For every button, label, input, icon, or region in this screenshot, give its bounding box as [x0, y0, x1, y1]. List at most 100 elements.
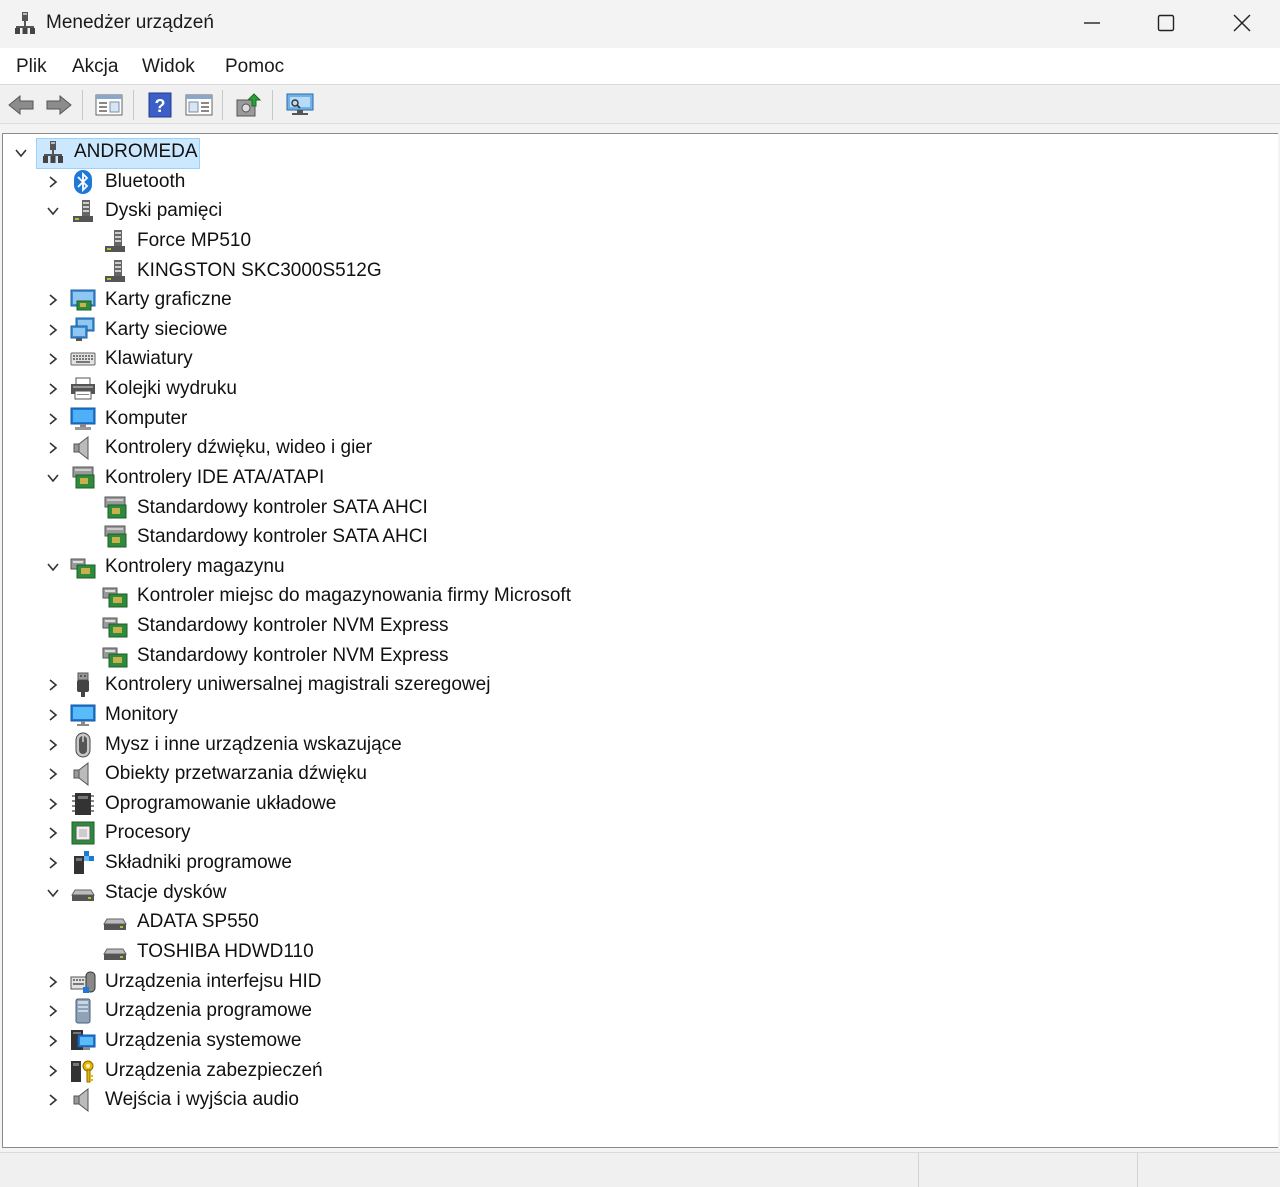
tree-category-label: Karty sieciowe: [105, 318, 228, 340]
ide-controller-icon: [102, 524, 128, 550]
tree-category-label: Procesory: [105, 822, 191, 844]
chevron-right-icon[interactable]: [46, 975, 60, 989]
chevron-down-icon[interactable]: [46, 886, 60, 900]
chevron-down-icon[interactable]: [46, 204, 60, 218]
close-button[interactable]: [1204, 0, 1280, 46]
menu-view[interactable]: Widok: [142, 56, 195, 78]
tree-category[interactable]: Kontrolery dźwięku, wideo i gier: [3, 433, 903, 463]
tree-category[interactable]: Oprogramowanie układowe: [3, 789, 903, 819]
chevron-down-icon[interactable]: [14, 146, 28, 160]
chevron-right-icon[interactable]: [46, 323, 60, 337]
tree-category-label: Wejścia i wyjścia audio: [105, 1089, 299, 1111]
drive-icon: [70, 880, 96, 906]
software-component-icon: [70, 850, 96, 876]
tree-category[interactable]: Monitory: [3, 700, 903, 730]
tree-category[interactable]: Urządzenia zabezpieczeń: [3, 1056, 903, 1086]
chevron-right-icon[interactable]: [46, 856, 60, 870]
drive-icon: [102, 939, 128, 965]
chevron-right-icon[interactable]: [46, 352, 60, 366]
tree-category[interactable]: Stacje dysków: [3, 878, 903, 908]
tree-device-label: Standardowy kontroler NVM Express: [137, 644, 449, 666]
system-device-icon: [70, 1028, 96, 1054]
tree-root[interactable]: ANDROMEDA: [3, 137, 303, 169]
speaker-icon: [70, 435, 96, 461]
chevron-down-icon[interactable]: [46, 560, 60, 574]
properties-icon[interactable]: [94, 91, 124, 119]
status-bar: [0, 1152, 1280, 1187]
menu-help[interactable]: Pomoc: [225, 56, 284, 78]
tree-category[interactable]: Kontrolery IDE ATA/ATAPI: [3, 463, 903, 493]
chevron-right-icon[interactable]: [46, 767, 60, 781]
computer-icon: [70, 406, 96, 432]
scan-hardware-icon[interactable]: [285, 91, 315, 119]
view-icon[interactable]: [184, 91, 214, 119]
chevron-down-icon[interactable]: [46, 471, 60, 485]
menu-file[interactable]: Plik: [16, 56, 47, 78]
printer-icon: [70, 376, 96, 402]
monitor-icon: [70, 702, 96, 728]
tree-device-label: KINGSTON SKC3000S512G: [137, 259, 382, 281]
chevron-right-icon[interactable]: [46, 293, 60, 307]
window-title: Menedżer urządzeń: [46, 12, 214, 33]
tree-category[interactable]: Klawiatury: [3, 344, 903, 374]
tree-device[interactable]: Standardowy kontroler NVM Express: [3, 611, 903, 641]
tree-category[interactable]: Wejścia i wyjścia audio: [3, 1085, 903, 1115]
chevron-right-icon[interactable]: [46, 826, 60, 840]
tree-device[interactable]: Standardowy kontroler NVM Express: [3, 641, 903, 671]
update-driver-icon[interactable]: [233, 91, 263, 119]
display-adapter-icon: [70, 287, 96, 313]
chevron-right-icon[interactable]: [46, 175, 60, 189]
tree-category[interactable]: Obiekty przetwarzania dźwięku: [3, 759, 903, 789]
chevron-right-icon[interactable]: [46, 708, 60, 722]
tree-category[interactable]: Bluetooth: [3, 167, 903, 197]
chevron-right-icon[interactable]: [46, 1093, 60, 1107]
tree-category[interactable]: Procesory: [3, 818, 903, 848]
keyboard-icon: [70, 346, 96, 372]
chevron-right-icon[interactable]: [46, 797, 60, 811]
tree-device[interactable]: ADATA SP550: [3, 907, 903, 937]
chevron-right-icon[interactable]: [46, 382, 60, 396]
tree-category[interactable]: Komputer: [3, 404, 903, 434]
tree-category[interactable]: Kolejki wydruku: [3, 374, 903, 404]
chevron-right-icon[interactable]: [46, 678, 60, 692]
forward-arrow-icon[interactable]: [44, 91, 74, 119]
storage-controller-icon: [102, 643, 128, 669]
chevron-right-icon[interactable]: [46, 441, 60, 455]
minimize-button[interactable]: [1054, 0, 1130, 46]
tree-device[interactable]: TOSHIBA HDWD110: [3, 937, 903, 967]
maximize-button[interactable]: [1128, 0, 1204, 46]
tree-category[interactable]: Kontrolery uniwersalnej magistrali szere…: [3, 670, 903, 700]
tree-category[interactable]: Dyski pamięci: [3, 196, 903, 226]
help-icon[interactable]: ?: [145, 91, 175, 119]
tree-category[interactable]: Mysz i inne urządzenia wskazujące: [3, 730, 903, 760]
back-arrow-icon[interactable]: [6, 91, 36, 119]
tree-category-label: Kolejki wydruku: [105, 378, 237, 400]
tree-device-label: TOSHIBA HDWD110: [137, 941, 314, 962]
tree-device[interactable]: KINGSTON SKC3000S512G: [3, 256, 903, 286]
chevron-right-icon[interactable]: [46, 412, 60, 426]
tree-category-label: Dyski pamięci: [105, 200, 223, 222]
disk-drive-icon: [102, 258, 128, 284]
tree-device[interactable]: Standardowy kontroler SATA AHCI: [3, 522, 903, 552]
chevron-right-icon[interactable]: [46, 1034, 60, 1048]
tree-category[interactable]: Karty graficzne: [3, 285, 903, 315]
tree-category[interactable]: Urządzenia interfejsu HID: [3, 967, 903, 997]
chevron-right-icon[interactable]: [46, 738, 60, 752]
tree-category[interactable]: Urządzenia systemowe: [3, 1026, 903, 1056]
chevron-right-icon[interactable]: [46, 1004, 60, 1018]
menu-action[interactable]: Akcja: [72, 56, 118, 78]
tree-category[interactable]: Składniki programowe: [3, 848, 903, 878]
tree-category-label: Oprogramowanie układowe: [105, 792, 337, 814]
status-divider: [918, 1153, 919, 1187]
tree-category[interactable]: Urządzenia programowe: [3, 996, 903, 1026]
tree-device[interactable]: Standardowy kontroler SATA AHCI: [3, 493, 903, 523]
menu-bar: Plik Akcja Widok Pomoc: [0, 48, 1280, 85]
disk-drive-icon: [70, 198, 96, 224]
chevron-right-icon[interactable]: [46, 1064, 60, 1078]
tree-device[interactable]: Force MP510: [3, 226, 903, 256]
tree-category[interactable]: Kontrolery magazynu: [3, 552, 903, 582]
tree-category[interactable]: Karty sieciowe: [3, 315, 903, 345]
tree-device[interactable]: Kontroler miejsc do magazynowania firmy …: [3, 581, 903, 611]
mouse-icon: [70, 732, 96, 758]
disk-drive-icon: [102, 228, 128, 254]
